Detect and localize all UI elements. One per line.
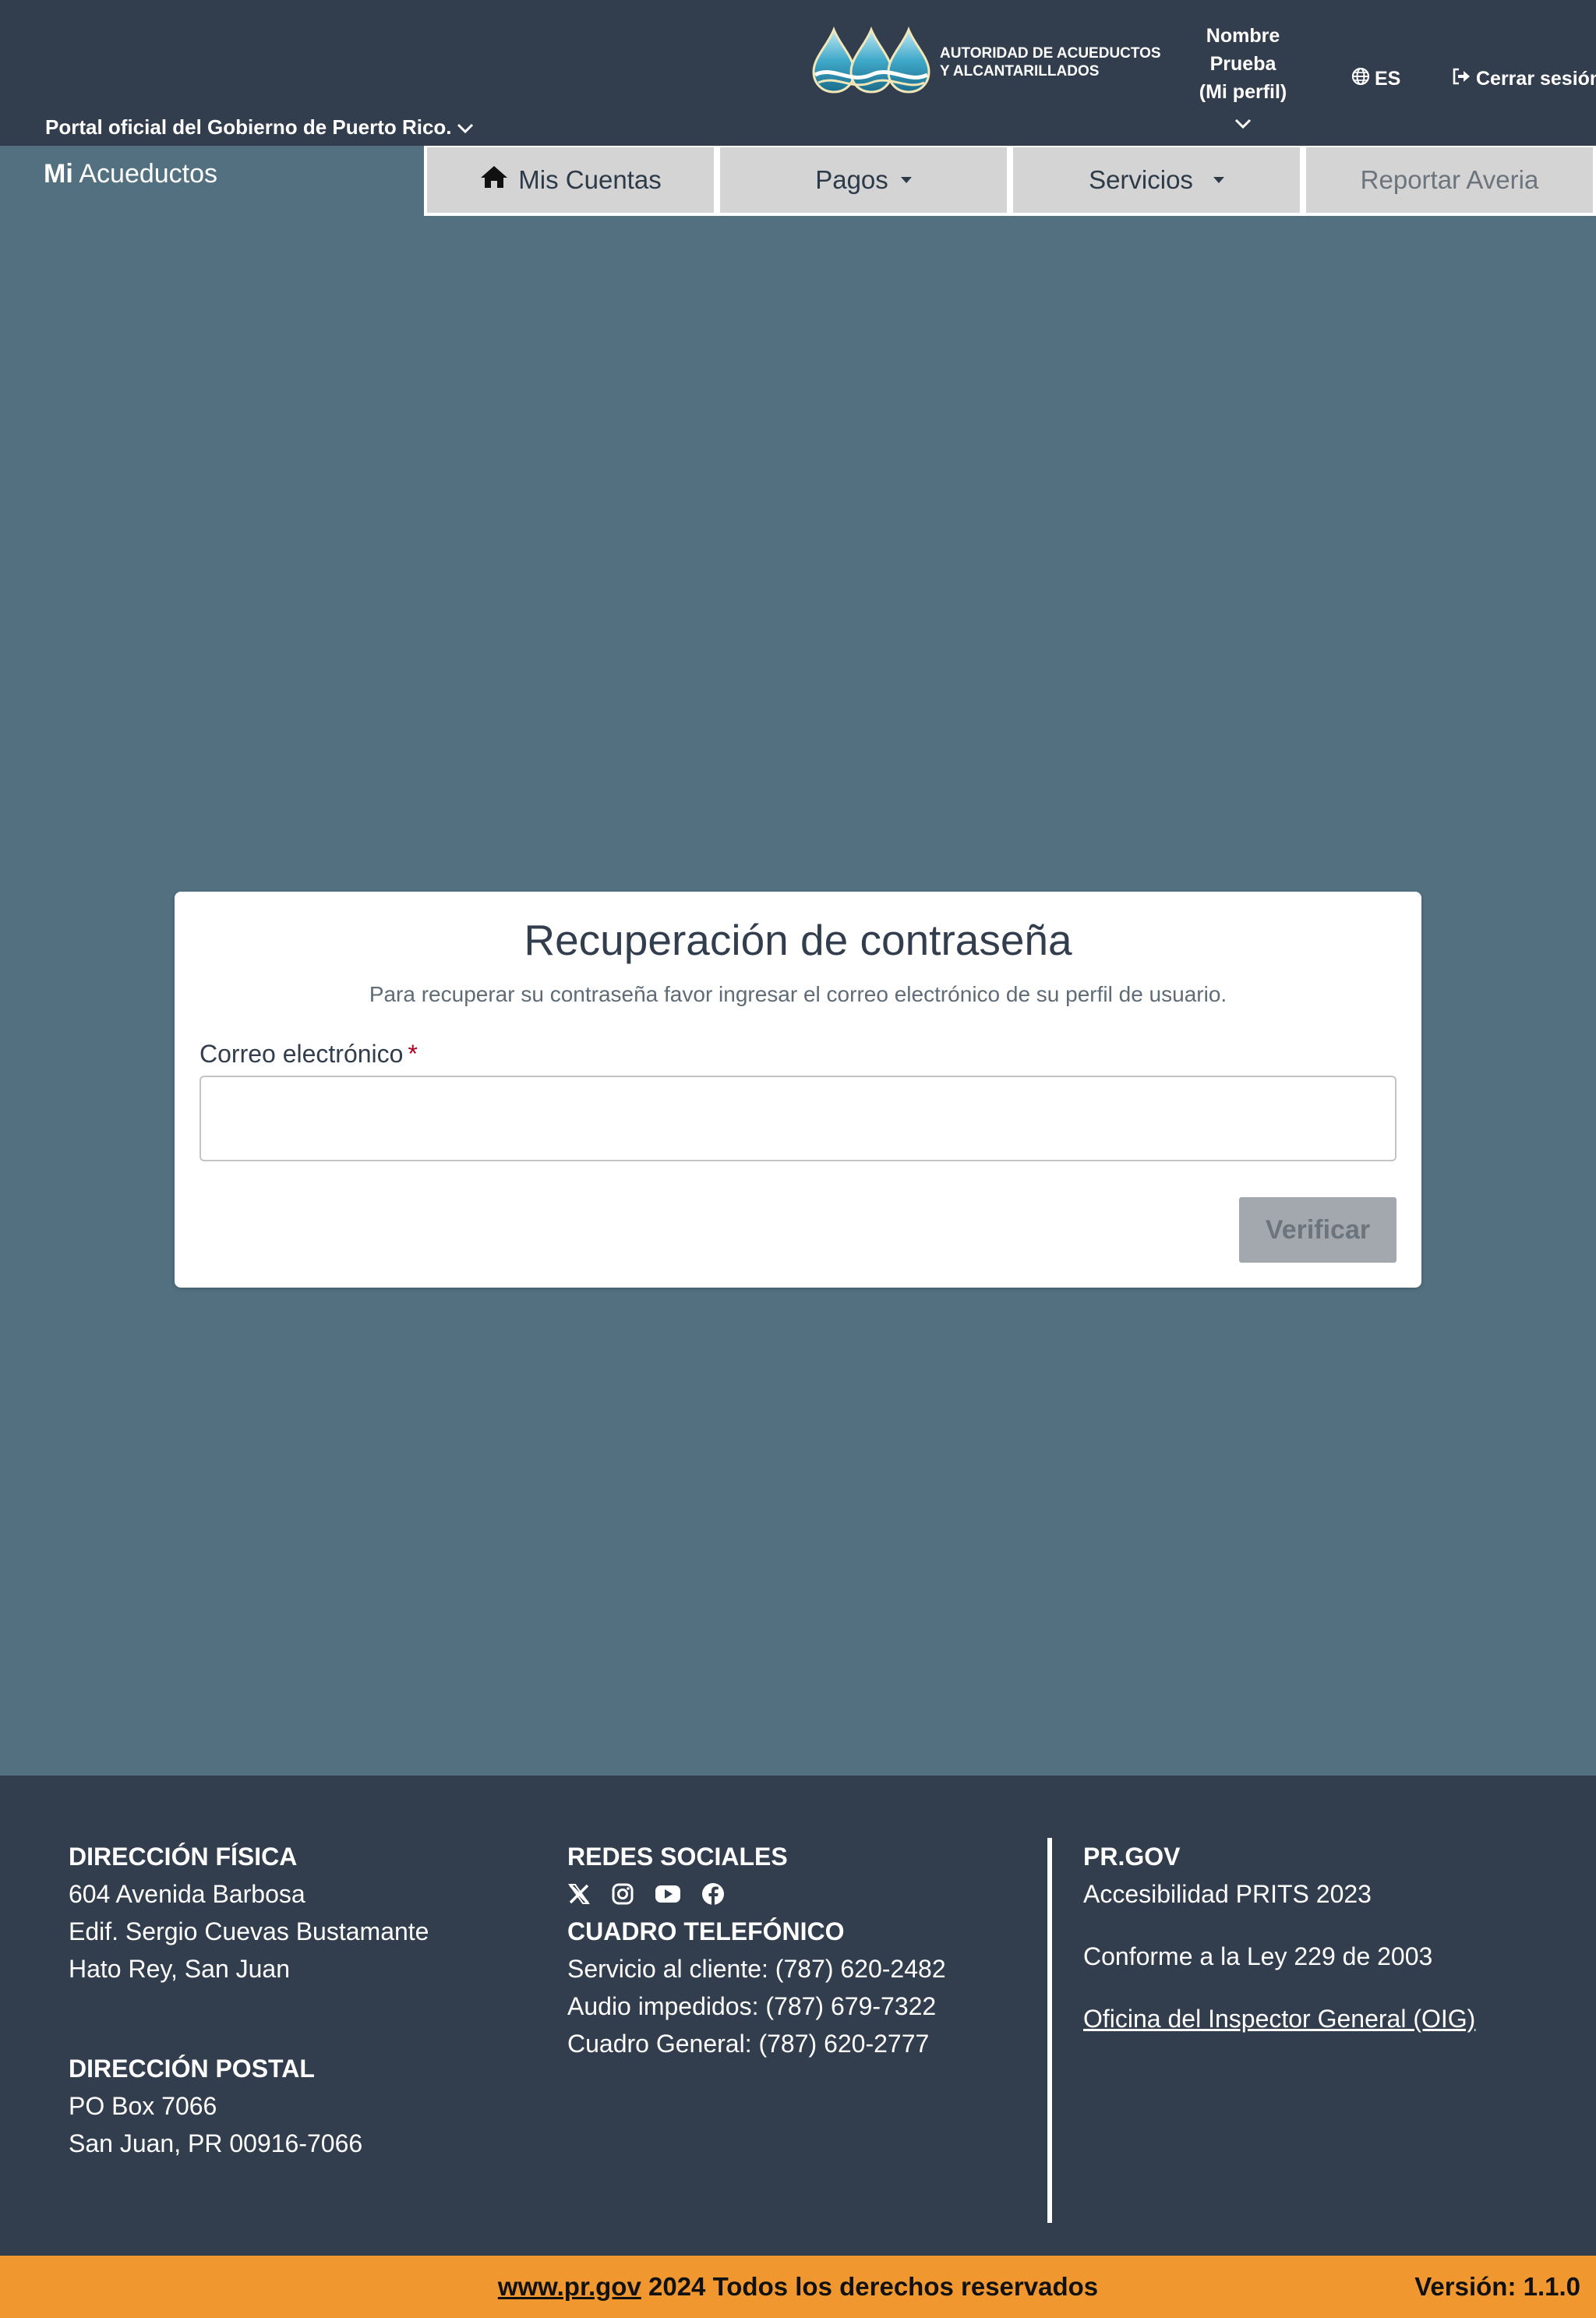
profile-name-first: Nombre: [1206, 25, 1280, 47]
profile-link: (Mi perfil): [1199, 81, 1287, 103]
gov-portal-label: Portal oficial del Gobierno de Puerto Ri…: [45, 115, 452, 139]
postal-address-line: San Juan, PR 00916-7066: [69, 2129, 363, 2157]
top-header: Portal oficial del Gobierno de Puerto Ri…: [0, 0, 1596, 146]
globe-icon: [1351, 67, 1370, 91]
physical-address-title: DIRECCIÓN FÍSICA: [69, 1843, 298, 1871]
nav-reportar-averia[interactable]: Reportar Averia: [1303, 146, 1596, 216]
required-marker: *: [408, 1040, 418, 1068]
postal-address-line: PO Box 7066: [69, 2092, 217, 2120]
phone-line: Servicio al cliente: (787) 620-2482: [567, 1955, 946, 1983]
social-title: REDES SOCIALES: [567, 1843, 788, 1871]
page-subtitle: Para recuperar su contraseña favor ingre…: [369, 982, 1227, 1006]
footer-contact-column: REDES SOCIALES CUADRO TELEFÓNICO Servici…: [567, 1838, 946, 2062]
home-icon: [479, 164, 509, 196]
nav-servicios-dropdown[interactable]: Servicios: [1010, 146, 1303, 216]
verify-button[interactable]: Verificar: [1239, 1197, 1396, 1263]
chevron-down-icon: [1183, 109, 1303, 137]
email-label: Correo electrónico *: [200, 1040, 418, 1069]
facebook-icon[interactable]: [701, 1882, 725, 1906]
nav-reportar-averia-label: Reportar Averia: [1360, 165, 1539, 194]
language-selector[interactable]: ES: [1351, 67, 1400, 91]
logout-button[interactable]: Cerrar sesión: [1451, 67, 1596, 91]
sign-out-icon: [1451, 67, 1471, 91]
copyright: www.pr.gov 2024 Todos los derechos reser…: [0, 2256, 1596, 2318]
postal-address-title: DIRECCIÓN POSTAL: [69, 2055, 315, 2083]
oig-link[interactable]: Oficina del Inspector General (OIG): [1083, 2000, 1475, 2037]
page-title: Recuperación de contraseña: [524, 916, 1072, 964]
prgov-title: PR.GOV: [1083, 1843, 1181, 1871]
footer: DIRECCIÓN FÍSICA 604 Avenida Barbosa Edi…: [0, 1776, 1596, 2256]
nav-mis-cuentas-label: Mis Cuentas: [518, 165, 662, 194]
footer-prgov-column: PR.GOV Accesibilidad PRITS 2023 Conforme…: [1083, 1838, 1475, 2037]
nav-pagos-dropdown[interactable]: Pagos: [717, 146, 1010, 216]
physical-address-line: Hato Rey, San Juan: [69, 1955, 291, 1983]
profile-menu[interactable]: Nombre Prueba (Mi perfil): [1183, 22, 1303, 137]
footer-address-column: DIRECCIÓN FÍSICA 604 Avenida Barbosa Edi…: [69, 1838, 429, 2162]
phone-title: CUADRO TELEFÓNICO: [567, 1917, 845, 1945]
profile-name-last: Prueba: [1209, 53, 1276, 75]
brand-bold: Mi: [44, 159, 73, 189]
physical-address-line: 604 Avenida Barbosa: [69, 1880, 305, 1908]
caret-down-icon: [900, 177, 912, 183]
social-links: [567, 1875, 946, 1913]
language-label: ES: [1375, 68, 1401, 90]
password-recovery-card: Recuperación de contraseña Para recupera…: [175, 892, 1421, 1288]
nav-mis-cuentas[interactable]: Mis Cuentas: [424, 146, 717, 216]
prgov-accessibility-link[interactable]: Accesibilidad PRITS 2023: [1083, 1875, 1475, 1913]
copyright-bar: www.pr.gov 2024 Todos los derechos reser…: [0, 2256, 1596, 2318]
aaa-logo[interactable]: AUTORIDAD DE ACUEDUCTOS Y ALCANTARILLADO…: [810, 26, 1161, 97]
footer-divider: [1047, 1838, 1052, 2223]
instagram-icon[interactable]: [611, 1882, 634, 1906]
email-input[interactable]: [200, 1076, 1396, 1161]
prgov-link[interactable]: www.pr.gov: [498, 2272, 641, 2301]
physical-address-line: Edif. Sergio Cuevas Bustamante: [69, 1917, 429, 1945]
nav-pagos-label: Pagos: [815, 165, 888, 194]
caret-down-icon: [1213, 177, 1224, 183]
main-nav: Mis Cuentas Pagos Servicios Reportar Ave…: [424, 146, 1596, 216]
brand-name: Acueductos: [79, 159, 218, 189]
phone-line: Audio impedidos: (787) 679-7322: [567, 1992, 937, 2020]
site-brand[interactable]: Mi Acueductos: [44, 159, 217, 189]
logout-label: Cerrar sesión: [1476, 68, 1596, 90]
phone-line: Cuadro General: (787) 620-2777: [567, 2030, 930, 2058]
logo-text: AUTORIDAD DE ACUEDUCTOS Y ALCANTARILLADO…: [940, 44, 1161, 80]
x-icon[interactable]: [567, 1882, 591, 1906]
youtube-icon[interactable]: [655, 1884, 681, 1904]
nav-servicios-label: Servicios: [1089, 165, 1193, 194]
email-label-text: Correo electrónico: [200, 1040, 404, 1068]
water-drops-logo-icon: [810, 26, 932, 97]
copyright-text: 2024 Todos los derechos reservados: [648, 2272, 1099, 2301]
gov-portal-dropdown[interactable]: Portal oficial del Gobierno de Puerto Ri…: [45, 115, 474, 140]
prgov-law-link[interactable]: Conforme a la Ley 229 de 2003: [1083, 1938, 1475, 1975]
chevron-down-icon: [457, 115, 474, 140]
version-label: Versión: 1.1.0: [1414, 2272, 1580, 2301]
